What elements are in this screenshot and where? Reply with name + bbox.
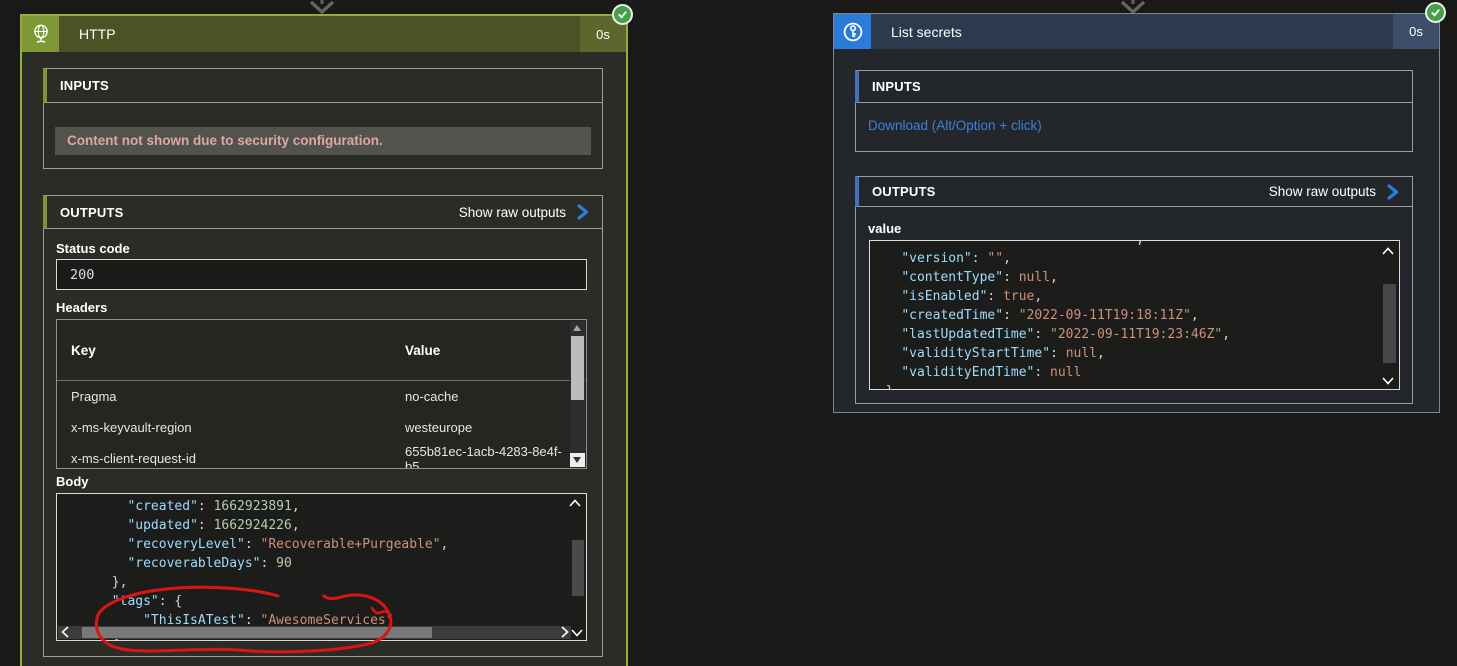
inputs-section-body: Content not shown due to security config… — [43, 103, 603, 169]
body-code-viewer[interactable]: "created": 1662923891, "updated": 166292… — [56, 493, 587, 641]
table-cell: no-cache — [391, 389, 458, 404]
scroll-down-chevron-icon[interactable] — [571, 629, 583, 637]
code-line: "createdTime": "2022-09-11T19:18:11Z", — [870, 306, 1399, 325]
code-line: }, — [57, 573, 586, 592]
table-cell: x-ms-keyvault-region — [57, 420, 391, 435]
headers-table-header: Key Value — [57, 320, 586, 381]
scroll-up-chevron-icon[interactable] — [569, 499, 581, 507]
scrollbar-thumb[interactable] — [571, 336, 584, 400]
outputs-section-header: OUTPUTS Show raw outputs — [855, 176, 1413, 207]
chevron-right-icon — [577, 204, 589, 220]
chevron-right-icon — [1387, 184, 1399, 200]
value-label: value — [868, 221, 901, 236]
code-line: "updated": 1662924226, — [57, 516, 586, 535]
scroll-down-chevron-icon[interactable] — [1382, 377, 1394, 385]
code-line: "validityStartTime": null, — [870, 344, 1399, 363]
code-line: "recoverableDays": 90 — [57, 554, 586, 573]
inputs-label: INPUTS — [872, 79, 921, 94]
secure-content-message: Content not shown due to security config… — [55, 127, 591, 155]
outputs-label: OUTPUTS — [60, 205, 124, 220]
show-raw-outputs-text: Show raw outputs — [1269, 184, 1376, 199]
status-code-label: Status code — [56, 241, 130, 256]
key-vault-icon — [834, 14, 871, 49]
action-card-http: HTTP 0s INPUTS Content not shown due to … — [20, 14, 628, 666]
download-link[interactable]: Download (Alt/Option + click) — [868, 118, 1042, 133]
status-code-field[interactable] — [56, 259, 587, 290]
card-title: HTTP — [59, 16, 580, 52]
headers-table-rows: Pragmano-cachex-ms-keyvault-regionwesteu… — [57, 381, 586, 469]
table-cell: westeurope — [391, 420, 472, 435]
code-line: "created": 1662923891, — [57, 497, 586, 516]
inputs-section: INPUTS Content not shown due to security… — [43, 68, 603, 169]
show-raw-outputs-link[interactable]: Show raw outputs — [459, 204, 589, 220]
scroll-up-chevron-icon[interactable] — [1382, 247, 1394, 255]
http-card-header[interactable]: HTTP 0s — [22, 16, 626, 52]
success-check-icon — [612, 4, 633, 25]
code-line: "lastUpdatedTime": "2022-09-11T19:23:46Z… — [870, 325, 1399, 344]
horizontal-scrollbar-thumb[interactable] — [82, 627, 432, 638]
outputs-section-header: OUTPUTS Show raw outputs — [43, 195, 603, 229]
headers-label: Headers — [56, 300, 107, 315]
scroll-down-button[interactable] — [570, 453, 585, 467]
code-line: ", — [870, 240, 1399, 249]
inputs-section: INPUTS Download (Alt/Option + click) — [855, 70, 1413, 152]
table-cell: 655b81ec-1acb-4283-8e4f-b5... — [391, 444, 586, 470]
success-check-icon — [1425, 2, 1446, 23]
code-content: "created": 1662923891, "updated": 166292… — [57, 497, 586, 641]
code-line: "version": "", — [870, 249, 1399, 268]
inputs-label: INPUTS — [60, 78, 109, 93]
outputs-label: OUTPUTS — [872, 184, 936, 199]
scroll-right-chevron-icon[interactable] — [561, 626, 569, 638]
table-row: x-ms-keyvault-regionwesteurope — [57, 412, 586, 443]
outputs-section: OUTPUTS Show raw outputs value ", "versi… — [855, 176, 1413, 404]
flow-down-arrow-icon — [1115, 0, 1151, 14]
table-cell: Pragma — [57, 389, 391, 404]
scroll-up-icon[interactable] — [573, 325, 581, 331]
body-label: Body — [56, 474, 89, 489]
headers-table: Key Value Pragmano-cachex-ms-keyvault-re… — [56, 319, 587, 469]
code-line: "recoveryLevel": "Recoverable+Purgeable"… — [57, 535, 586, 554]
flow-down-arrow-icon — [304, 0, 340, 14]
code-line: "isEnabled": true, — [870, 287, 1399, 306]
code-line: "contentType": null, — [870, 268, 1399, 287]
column-value: Value — [391, 343, 440, 358]
show-raw-outputs-link[interactable]: Show raw outputs — [1269, 184, 1399, 200]
vertical-scrollbar-thumb[interactable] — [1383, 284, 1396, 363]
table-cell: x-ms-client-request-id — [57, 451, 391, 466]
table-scrollbar[interactable] — [570, 321, 585, 467]
inputs-section-body: Download (Alt/Option + click) — [855, 103, 1413, 152]
scroll-down-icon — [573, 457, 581, 463]
card-title: List secrets — [871, 14, 1393, 49]
list-secrets-card-header[interactable]: List secrets 0s — [834, 14, 1439, 49]
action-card-list-secrets: List secrets 0s INPUTS Download (Alt/Opt… — [833, 13, 1440, 413]
outputs-section: OUTPUTS Show raw outputs Status code Hea… — [43, 195, 603, 657]
value-code-viewer[interactable]: ", "version": "", "contentType": null, "… — [869, 240, 1400, 390]
inputs-section-header: INPUTS — [855, 70, 1413, 103]
code-line: }, — [870, 382, 1399, 390]
scroll-left-chevron-icon[interactable] — [61, 626, 69, 638]
table-row: Pragmano-cache — [57, 381, 586, 412]
outputs-section-body: Status code Headers Key Value Pragmano-c… — [43, 229, 603, 657]
vertical-scrollbar-thumb[interactable] — [572, 540, 584, 596]
code-line: "tags": { — [57, 592, 586, 611]
column-key: Key — [57, 343, 391, 358]
logic-app-run-canvas: HTTP 0s INPUTS Content not shown due to … — [0, 0, 1457, 666]
horizontal-scrollbar[interactable] — [58, 626, 571, 639]
show-raw-outputs-text: Show raw outputs — [459, 205, 566, 220]
http-globe-icon — [22, 16, 59, 52]
code-content: ", "version": "", "contentType": null, "… — [870, 240, 1399, 390]
outputs-section-body: value ", "version": "", "contentType": n… — [855, 207, 1413, 404]
code-line: "validityEndTime": null — [870, 363, 1399, 382]
inputs-section-header: INPUTS — [43, 68, 603, 103]
table-row: x-ms-client-request-id655b81ec-1acb-4283… — [57, 443, 586, 469]
